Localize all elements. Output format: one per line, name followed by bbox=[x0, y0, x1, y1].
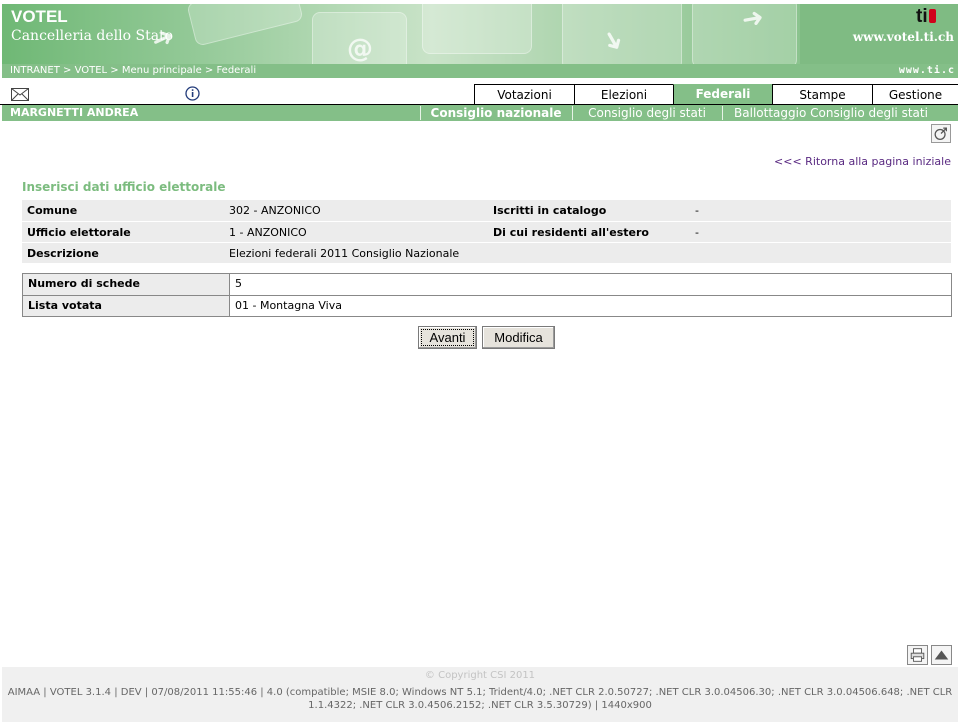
main-tabs: Votazioni Elezioni Federali Stampe Gesti… bbox=[474, 84, 958, 105]
banner-key-shape bbox=[186, 4, 304, 47]
edit-button[interactable]: Modifica bbox=[482, 326, 555, 349]
copyright-text: © Copyright CSI 2011 bbox=[424, 670, 536, 681]
mail-icon[interactable] bbox=[11, 88, 29, 101]
tab-elezioni[interactable]: Elezioni bbox=[574, 84, 673, 105]
label-iscritti: Iscritti in catalogo bbox=[493, 204, 607, 217]
label-lista-votata: Lista votata bbox=[23, 296, 230, 316]
header-banner: @ ➜ ➜ ➜ VOTEL Cancelleria dello Stato ti… bbox=[2, 4, 958, 64]
at-icon: @ bbox=[347, 34, 373, 64]
logo-text: ti bbox=[916, 6, 928, 27]
label-ufficio: Ufficio elettorale bbox=[27, 226, 131, 239]
site-url[interactable]: www.votel.ti.ch bbox=[853, 30, 954, 44]
value-ufficio: 1 - ANZONICO bbox=[229, 226, 307, 239]
ballot-form-table: Numero di schede 5 Lista votata 01 - Mon… bbox=[22, 273, 952, 317]
footer-info-text: AIMAA | VOTEL 3.1.4 | DEV | 07/08/2011 1… bbox=[7, 687, 953, 711]
table-row: Ufficio elettorale 1 - ANZONICO Di cui r… bbox=[22, 221, 951, 242]
subtab-label: Ballottaggio Consiglio degli stati bbox=[734, 106, 928, 120]
section-title: Inserisci dati ufficio elettorale bbox=[22, 180, 226, 194]
table-row: Numero di schede 5 bbox=[23, 274, 951, 295]
popout-icon[interactable] bbox=[931, 124, 951, 143]
value-lista-votata: 01 - Montagna Viva bbox=[230, 296, 951, 316]
tab-gestione[interactable]: Gestione bbox=[872, 84, 958, 105]
label-descrizione: Descrizione bbox=[27, 247, 99, 260]
info-icon[interactable] bbox=[185, 86, 200, 101]
tab-stampe[interactable]: Stampe bbox=[772, 84, 872, 105]
app-title: VOTEL bbox=[11, 7, 68, 26]
ticino-logo[interactable]: ti bbox=[916, 7, 952, 27]
logo-red-mark bbox=[928, 9, 936, 23]
subtab-separator bbox=[420, 106, 421, 120]
secondary-url[interactable]: www.ti.c bbox=[899, 64, 955, 78]
print-icon[interactable] bbox=[907, 645, 928, 665]
value-numero-schede: 5 bbox=[230, 274, 951, 295]
banner-key-shape bbox=[422, 4, 532, 54]
breadcrumb[interactable]: INTRANET > VOTEL > Menu principale > Fed… bbox=[10, 64, 256, 78]
subtab-consiglio-degli-stati[interactable]: Consiglio degli stati bbox=[572, 105, 722, 121]
subtab-label: Consiglio degli stati bbox=[588, 106, 706, 120]
value-iscritti: - bbox=[695, 204, 699, 217]
back-to-home-link[interactable]: <<< Ritorna alla pagina iniziale bbox=[774, 155, 951, 168]
subtab-label: Consiglio nazionale bbox=[430, 106, 562, 120]
table-row: Descrizione Elezioni federali 2011 Consi… bbox=[22, 242, 951, 263]
user-subnav-bar: MARGNETTI ANDREA Consiglio nazionale Con… bbox=[2, 105, 958, 121]
app-subtitle: Cancelleria dello Stato bbox=[11, 28, 174, 44]
tab-federali[interactable]: Federali bbox=[673, 84, 772, 105]
label-numero-schede: Numero di schede bbox=[23, 274, 230, 295]
next-button[interactable]: Avanti bbox=[418, 326, 477, 349]
label-residenti-estero: Di cui residenti all'estero bbox=[493, 226, 649, 239]
user-name: MARGNETTI ANDREA bbox=[10, 106, 139, 119]
subtab-consiglio-nazionale[interactable]: Consiglio nazionale bbox=[420, 105, 572, 121]
value-descrizione: Elezioni federali 2011 Consiglio Naziona… bbox=[229, 247, 460, 260]
breadcrumb-bar: INTRANET > VOTEL > Menu principale > Fed… bbox=[2, 64, 958, 78]
subtab-separator bbox=[722, 106, 723, 120]
copyright-bar: © Copyright CSI 2011 bbox=[2, 667, 958, 684]
subtab-ballottaggio[interactable]: Ballottaggio Consiglio degli stati bbox=[722, 105, 940, 121]
scroll-top-icon[interactable] bbox=[931, 645, 952, 665]
value-residenti-estero: - bbox=[695, 226, 699, 239]
info-table: Comune 302 - ANZONICO Iscritti in catalo… bbox=[22, 200, 951, 263]
arrow-icon: ➜ bbox=[739, 4, 767, 36]
tab-votazioni[interactable]: Votazioni bbox=[474, 84, 574, 105]
label-comune: Comune bbox=[27, 204, 78, 217]
footer-info: AIMAA | VOTEL 3.1.4 | DEV | 07/08/2011 1… bbox=[2, 684, 958, 722]
value-comune: 302 - ANZONICO bbox=[229, 204, 321, 217]
table-row: Comune 302 - ANZONICO Iscritti in catalo… bbox=[22, 200, 951, 221]
subtab-separator bbox=[572, 106, 573, 120]
table-row: Lista votata 01 - Montagna Viva bbox=[23, 295, 951, 316]
